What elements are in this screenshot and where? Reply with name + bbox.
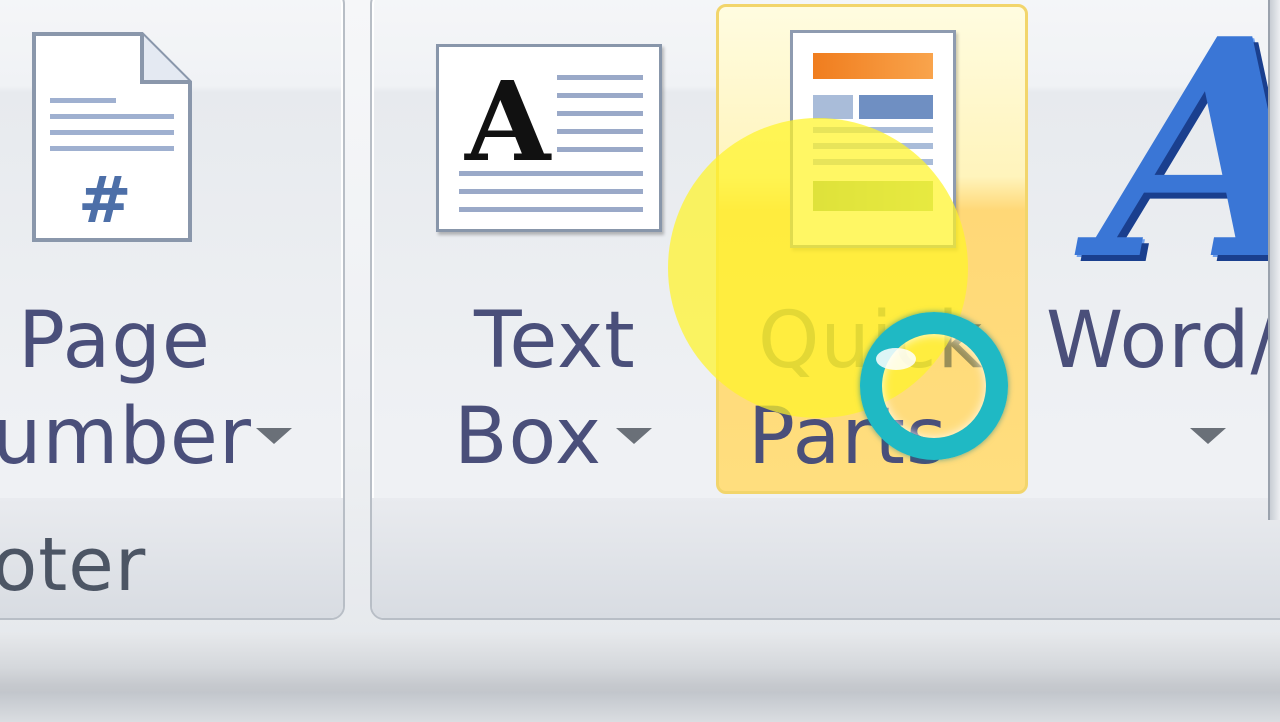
svg-text:#: # — [78, 164, 132, 238]
wordart-icon: A — [1098, 0, 1280, 300]
ribbon-bottom-border — [0, 632, 1280, 722]
wordart-dropdown-arrow — [1190, 428, 1226, 444]
text-box-label-line1: Text — [474, 296, 636, 386]
text-box-label-line2: Box — [454, 392, 602, 482]
text-box-icon: A — [436, 44, 662, 232]
page-number-icon: # — [32, 32, 192, 242]
ribbon: oter # Page umber A Text Box Parts Word/ — [0, 0, 1280, 720]
page-number-label-line1: Page — [18, 296, 211, 386]
group-footer-band — [372, 498, 1280, 618]
busy-cursor-icon — [860, 312, 1008, 460]
page-number-dropdown-arrow — [256, 428, 292, 444]
text-box-dropdown-arrow — [616, 428, 652, 444]
group-label: oter — [0, 522, 147, 608]
ribbon-edge — [1268, 0, 1280, 520]
wordart-label-line1: Word/ — [1046, 296, 1278, 386]
page-number-button[interactable]: # Page umber — [0, 0, 320, 500]
page-number-label-line2: umber — [0, 392, 252, 482]
